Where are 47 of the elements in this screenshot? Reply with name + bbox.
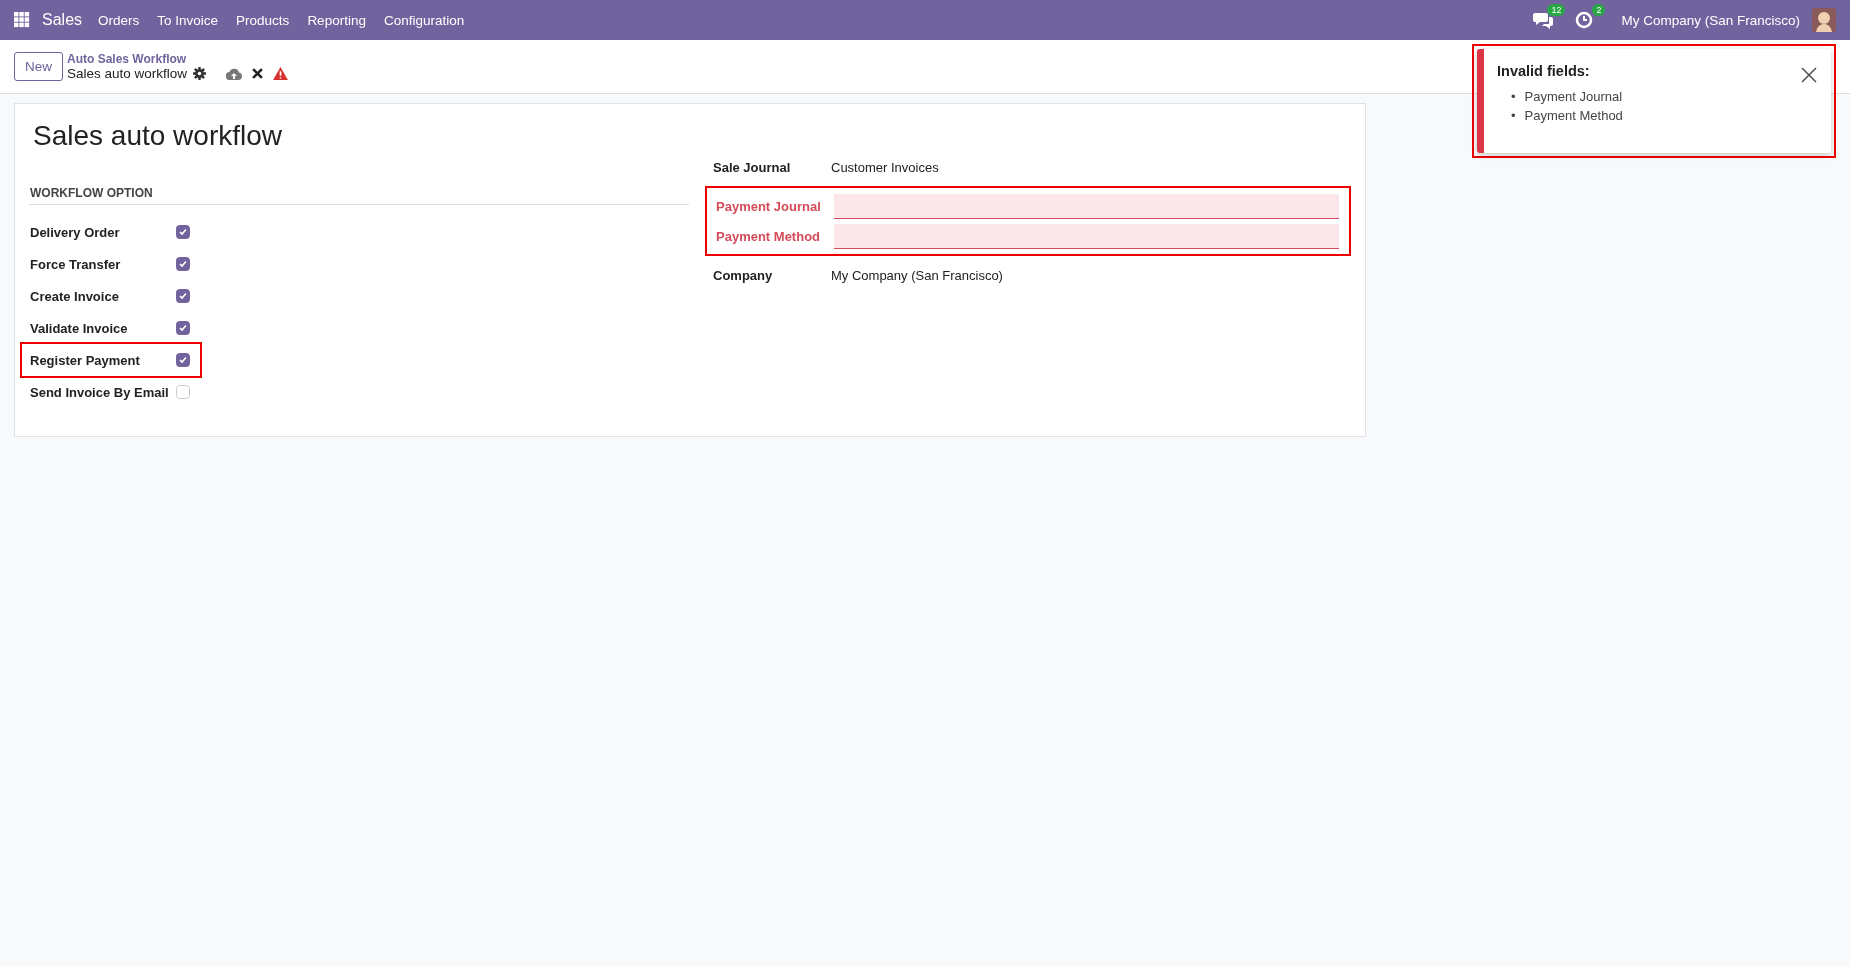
input-field[interactable]	[834, 193, 1339, 219]
menu-item[interactable]: Orders	[98, 12, 140, 28]
apps-grid-icon[interactable]	[14, 12, 30, 28]
activity-count-badge: 2	[1592, 4, 1606, 16]
menu-item[interactable]: Configuration	[383, 12, 465, 28]
checkbox[interactable]	[176, 289, 190, 303]
user-avatar-icon[interactable]	[1812, 8, 1836, 32]
close-icon[interactable]	[1801, 67, 1817, 83]
warning-icon[interactable]	[273, 67, 289, 80]
menu-item[interactable]: To Invoice	[157, 12, 219, 28]
invalid-field-item: Payment Method	[1524, 108, 1623, 123]
field-label: Payment Journal	[716, 198, 822, 214]
chat-icon[interactable]	[1533, 11, 1554, 29]
input-field[interactable]	[834, 223, 1339, 249]
option-label: Send Invoice By Email	[30, 384, 170, 400]
field-label: Company	[713, 267, 774, 283]
new-button[interactable]: New	[14, 52, 63, 81]
option-label: Register Payment	[30, 352, 141, 368]
bullet: •	[1511, 108, 1516, 123]
notification-title: Invalid fields:	[1497, 63, 1591, 79]
settings-icon[interactable]	[193, 67, 207, 80]
option-label: Delivery Order	[30, 224, 121, 240]
field-value[interactable]: My Company (San Francisco)	[831, 267, 1003, 283]
field-label: Payment Method	[716, 228, 821, 244]
field-value[interactable]: Customer Invoices	[831, 159, 939, 175]
clock-icon[interactable]	[1575, 11, 1594, 29]
option-label: Validate Invoice	[30, 320, 129, 336]
option-label: Force Transfer	[30, 256, 122, 272]
record-name: Sales auto workflow	[67, 66, 188, 81]
company-switcher[interactable]: My Company (San Francisco)	[1621, 12, 1800, 28]
app-name[interactable]: Sales	[42, 11, 83, 29]
close-icon[interactable]	[252, 68, 264, 79]
checkbox[interactable]	[176, 257, 190, 271]
checkbox[interactable]	[176, 321, 190, 335]
invalid-field-item: Payment Journal	[1524, 89, 1623, 104]
field-label: Sale Journal	[713, 159, 792, 175]
breadcrumb-link[interactable]: Auto Sales Workflow	[67, 52, 289, 66]
checkbox[interactable]	[176, 225, 190, 239]
menu-item[interactable]: Products	[236, 12, 290, 28]
cloud-upload-icon[interactable]	[226, 67, 243, 80]
checkbox[interactable]	[176, 353, 190, 367]
record-title: Sales auto workflow	[33, 120, 283, 152]
message-count-badge: 12	[1547, 4, 1566, 16]
bullet: •	[1511, 89, 1516, 104]
menu-item[interactable]: Reporting	[307, 12, 366, 28]
option-label: Create Invoice	[30, 288, 120, 304]
section-heading: WORKFLOW OPTION	[29, 186, 689, 205]
